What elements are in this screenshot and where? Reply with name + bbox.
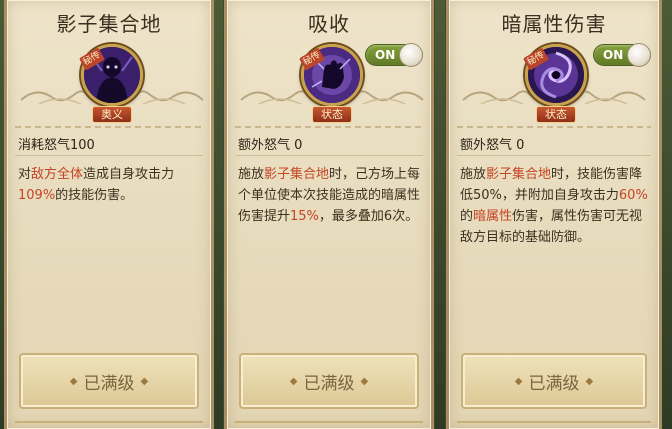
toggle-label: ON bbox=[375, 48, 396, 62]
desc-text: 施放 bbox=[460, 167, 487, 182]
rage-cost: 额外怒气 0 bbox=[460, 138, 525, 153]
desc-highlight: 15% bbox=[290, 209, 319, 224]
skill-card-3: 暗属性伤害 ON 秘传 状态 额外怒气 0 施放影子集合地时，技能伤害降低50%… bbox=[446, 0, 662, 429]
divider bbox=[457, 126, 651, 128]
desc-highlight: 暗属性 bbox=[473, 209, 513, 224]
max-level-button[interactable]: ◆ 已满级 ◆ bbox=[19, 353, 199, 409]
max-level-label: 已满级 bbox=[83, 373, 135, 394]
bottom-border bbox=[235, 421, 423, 423]
skill-type-tag: 奥义 bbox=[92, 106, 132, 123]
card-title: 吸收 bbox=[308, 12, 350, 36]
toggle-knob bbox=[399, 43, 423, 67]
skill-description: 施放影子集合地时，己方场上每个单位使本次技能造成的暗属性伤害提升15%，最多叠加… bbox=[238, 164, 421, 227]
divider bbox=[15, 126, 203, 128]
max-level-label: 已满级 bbox=[303, 373, 355, 394]
skill-description: 施放影子集合地时，技能伤害降低50%，并附加自身攻击力60%的暗属性伤害，属性伤… bbox=[460, 164, 649, 248]
max-level-label: 已满级 bbox=[528, 373, 580, 394]
skill-type-tag: 状态 bbox=[312, 106, 352, 123]
max-level-button[interactable]: ◆ 已满级 ◆ bbox=[461, 353, 647, 409]
desc-highlight: 影子集合地 bbox=[264, 167, 330, 182]
bottom-border bbox=[457, 421, 651, 423]
diamond-icon: ◆ bbox=[360, 375, 369, 387]
desc-highlight: 敌方全体 bbox=[31, 167, 84, 182]
desc-text: ，最多叠加6次。 bbox=[318, 209, 419, 224]
rage-cost: 额外怒气 0 bbox=[238, 138, 303, 153]
max-level-button[interactable]: ◆ 已满级 ◆ bbox=[239, 353, 419, 409]
desc-highlight: 60% bbox=[618, 188, 648, 203]
diamond-icon: ◆ bbox=[585, 375, 594, 387]
skill-type-tag: 状态 bbox=[536, 106, 576, 123]
desc-text: 施放 bbox=[238, 167, 265, 182]
cost-separator bbox=[15, 155, 203, 156]
desc-text: 的技能伤害。 bbox=[55, 188, 134, 203]
card-title: 暗属性伤害 bbox=[501, 12, 607, 36]
bottom-border bbox=[15, 421, 203, 423]
desc-text: 对 bbox=[18, 167, 32, 182]
diamond-icon: ◆ bbox=[140, 375, 149, 387]
card-title: 影子集合地 bbox=[56, 12, 162, 36]
cost-separator bbox=[235, 155, 423, 156]
diamond-icon: ◆ bbox=[514, 375, 523, 387]
rage-cost: 消耗怒气100 bbox=[18, 138, 95, 153]
desc-highlight: 影子集合地 bbox=[486, 167, 552, 182]
background-strip-mid2 bbox=[435, 0, 445, 429]
desc-highlight: 109% bbox=[18, 188, 56, 203]
desc-text: 造成自身攻击力 bbox=[83, 167, 175, 182]
skill-description: 对敌方全体造成自身攻击力 109%的技能伤害。 bbox=[18, 164, 201, 206]
cost-separator bbox=[457, 155, 651, 156]
skill-toggle[interactable]: ON bbox=[365, 43, 423, 67]
toggle-label: ON bbox=[603, 48, 624, 62]
skill-toggle[interactable]: ON bbox=[593, 43, 651, 67]
background-strip-mid1 bbox=[213, 0, 223, 429]
diamond-icon: ◆ bbox=[289, 375, 298, 387]
background-strip-right bbox=[662, 0, 672, 429]
divider bbox=[235, 126, 423, 128]
toggle-knob bbox=[627, 43, 651, 67]
desc-text: 的 bbox=[460, 209, 474, 224]
diamond-icon: ◆ bbox=[69, 375, 78, 387]
skill-card-2: 吸收 ON 秘传 状态 额外怒气 0 施放影子集合地时，己方场上每个单位使本次技… bbox=[224, 0, 434, 429]
skill-card-1: 影子集合地 秘传 奥义 消耗怒气100 对敌方全体造成自身攻击力109%的技能伤… bbox=[4, 0, 214, 429]
